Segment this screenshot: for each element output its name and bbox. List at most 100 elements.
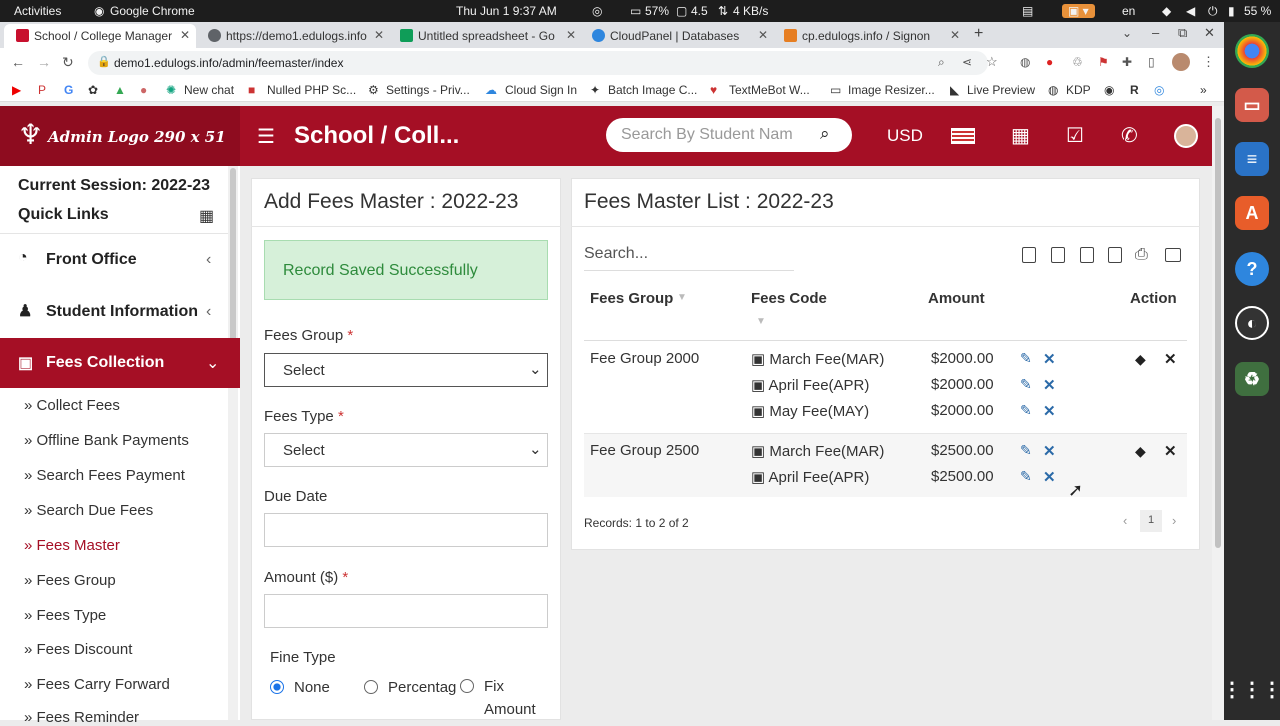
bookmark-batch-image[interactable]: Batch Image C... bbox=[608, 83, 697, 97]
next-page-button[interactable]: › bbox=[1172, 513, 1176, 528]
close-icon[interactable]: ✕ bbox=[758, 28, 768, 42]
bookmark-live-preview[interactable]: Live Preview bbox=[967, 83, 1035, 97]
scrollbar-thumb[interactable] bbox=[1215, 118, 1221, 548]
user-avatar[interactable] bbox=[1174, 124, 1198, 148]
tab-cloudpanel[interactable]: CloudPanel | Databases ✕ bbox=[580, 24, 774, 48]
sidebar-subitem-fees-carry-forward[interactable]: » Fees Carry Forward bbox=[24, 676, 170, 693]
sort-icon[interactable]: ▼ bbox=[677, 292, 687, 303]
circle-bm-icon[interactable]: ● bbox=[140, 83, 147, 97]
c-bm-icon[interactable]: ◎ bbox=[1154, 83, 1164, 97]
edit-icon[interactable]: ✎ bbox=[1020, 402, 1032, 419]
share-icon[interactable]: ⋖ bbox=[962, 55, 972, 69]
more-bookmarks-icon[interactable]: » bbox=[1200, 83, 1207, 97]
sidebar-subitem-fees-type[interactable]: » Fees Type bbox=[24, 607, 106, 624]
zoom-icon[interactable]: ⌕ bbox=[938, 55, 945, 70]
url-field[interactable]: 🔒 demo1.edulogs.info/admin/feemaster/ind… bbox=[88, 51, 998, 75]
sidebar-subitem-search-fees-payment[interactable]: » Search Fees Payment bbox=[24, 467, 185, 484]
print-icon[interactable]: ⎙ bbox=[1135, 246, 1148, 264]
writer-icon[interactable]: ≡ bbox=[1235, 142, 1269, 176]
clipboard-icon[interactable]: ▤ bbox=[1022, 4, 1033, 18]
page-1-button[interactable]: 1 bbox=[1140, 510, 1162, 532]
edit-icon[interactable]: ✎ bbox=[1020, 350, 1032, 367]
currency-select[interactable]: USD bbox=[887, 126, 923, 146]
bookmark-star-icon[interactable]: ☆ bbox=[986, 54, 998, 70]
assign-tag-icon[interactable]: ◆ bbox=[1135, 351, 1146, 368]
delete-group-icon[interactable]: ✕ bbox=[1164, 350, 1177, 368]
copy-icon[interactable] bbox=[1022, 247, 1036, 263]
current-session[interactable]: Current Session: 2022-23 bbox=[18, 177, 210, 195]
task-check-icon[interactable]: ☑ bbox=[1066, 123, 1084, 148]
back-icon[interactable]: ← bbox=[11, 54, 25, 70]
sidebar-subitem-fees-discount[interactable]: » Fees Discount bbox=[24, 641, 132, 658]
extensions-icon[interactable]: ✚ bbox=[1122, 55, 1132, 69]
drive-icon[interactable]: ▲ bbox=[114, 83, 126, 97]
trash-icon[interactable]: ♻ bbox=[1235, 362, 1269, 396]
extension-globe-icon[interactable]: ◍ bbox=[1020, 55, 1030, 69]
close-icon[interactable]: ✕ bbox=[950, 28, 960, 42]
us-flag-icon[interactable] bbox=[951, 128, 975, 144]
delete-group-icon[interactable]: ✕ bbox=[1164, 442, 1177, 460]
forward-icon[interactable]: → bbox=[37, 54, 51, 70]
edit-icon[interactable]: ✎ bbox=[1020, 468, 1032, 485]
assign-tag-icon[interactable]: ◆ bbox=[1135, 443, 1146, 460]
csv-icon[interactable] bbox=[1080, 247, 1094, 263]
search-icon[interactable]: ⌕ bbox=[820, 124, 830, 144]
close-icon[interactable]: ✕ bbox=[180, 28, 190, 42]
extension-flag-icon[interactable]: ⚑ bbox=[1098, 55, 1109, 69]
col-header-action[interactable]: Action bbox=[1130, 290, 1177, 307]
radio-percentage[interactable] bbox=[364, 680, 378, 694]
files-icon[interactable]: ▭ bbox=[1235, 88, 1269, 122]
new-tab-icon[interactable]: + bbox=[974, 25, 983, 43]
sidebar-subitem-collect-fees[interactable]: » Collect Fees bbox=[24, 397, 120, 414]
bookmark-settings[interactable]: Settings - Priv... bbox=[386, 83, 470, 97]
sidebar-item-front-office[interactable]: ◔ Front Office ‹ bbox=[0, 246, 240, 274]
tab-spreadsheet[interactable]: Untitled spreadsheet - Go ✕ bbox=[388, 24, 582, 48]
fees-type-select[interactable]: Select ⌄ bbox=[264, 433, 548, 467]
bookmark-nulled[interactable]: Nulled PHP Sc... bbox=[267, 83, 356, 97]
tab-search-icon[interactable]: ⌄ bbox=[1122, 26, 1132, 40]
hamburger-icon[interactable]: ☰ bbox=[257, 124, 275, 149]
col-header-amount[interactable]: Amount bbox=[928, 290, 985, 307]
r-bm-icon[interactable]: R bbox=[1130, 83, 1139, 97]
delete-icon[interactable]: ✕ bbox=[1043, 376, 1056, 394]
grid-icon[interactable]: ▦ bbox=[199, 206, 214, 226]
student-search-input[interactable]: Search By Student Nam ⌕ bbox=[606, 118, 852, 152]
power-icon[interactable]: ⏻ bbox=[1208, 4, 1218, 19]
close-icon[interactable]: ✕ bbox=[566, 28, 576, 42]
tab-signon[interactable]: cp.edulogs.info / Signon ✕ bbox=[772, 24, 966, 48]
col-header-fees-group[interactable]: Fees Group bbox=[590, 290, 673, 307]
youtube-icon[interactable]: ▶ bbox=[12, 83, 21, 97]
close-window-icon[interactable]: ✕ bbox=[1204, 25, 1215, 41]
edit-icon[interactable]: ✎ bbox=[1020, 376, 1032, 393]
calendar-icon[interactable]: ▦ bbox=[1011, 123, 1030, 148]
edit-icon[interactable]: ✎ bbox=[1020, 442, 1032, 459]
extension-opera-icon[interactable]: ● bbox=[1046, 55, 1053, 69]
reload-icon[interactable]: ↻ bbox=[62, 54, 74, 71]
menu-icon[interactable]: ⋮ bbox=[1202, 54, 1215, 70]
sidebar-item-fees-collection[interactable]: ▣ Fees Collection ⌄ bbox=[0, 338, 240, 388]
excel-icon[interactable] bbox=[1051, 247, 1065, 263]
sidebar-subitem-fees-master[interactable]: » Fees Master bbox=[24, 537, 120, 554]
profile-avatar[interactable] bbox=[1172, 53, 1190, 71]
sidebar-subitem-fees-group[interactable]: » Fees Group bbox=[24, 572, 116, 589]
screen-record-icon[interactable]: ▣ ▾ bbox=[1062, 4, 1095, 18]
tab-school[interactable]: School / College Manager ✕ bbox=[4, 24, 196, 48]
help-icon[interactable]: ? bbox=[1235, 252, 1269, 286]
due-date-input[interactable] bbox=[264, 513, 548, 547]
delete-icon[interactable]: ✕ bbox=[1043, 442, 1056, 460]
columns-icon[interactable] bbox=[1165, 248, 1181, 262]
extension-recycle-icon[interactable]: ♲ bbox=[1072, 55, 1083, 69]
logo[interactable]: ♆ Admin Logo 290 x 51 bbox=[0, 106, 240, 166]
software-center-icon[interactable]: A bbox=[1235, 196, 1269, 230]
pdf-icon[interactable] bbox=[1108, 247, 1122, 263]
sidebar-subitem-fees-reminder[interactable]: » Fees Reminder bbox=[24, 709, 139, 726]
fees-group-select[interactable]: Select ⌄ bbox=[264, 353, 548, 387]
chrome-dock-icon[interactable] bbox=[1235, 34, 1269, 68]
minimize-icon[interactable]: – bbox=[1152, 25, 1159, 40]
bookmark-textmebot[interactable]: TextMeBot W... bbox=[729, 83, 810, 97]
delete-icon[interactable]: ✕ bbox=[1043, 402, 1056, 420]
bookmark-kdp[interactable]: KDP bbox=[1066, 83, 1091, 97]
volume-icon[interactable]: ◀ bbox=[1186, 4, 1195, 18]
sidebar-item-student-information[interactable]: ♟ Student Information ‹ bbox=[0, 298, 240, 326]
obs-icon[interactable]: ◐ bbox=[1235, 306, 1269, 340]
